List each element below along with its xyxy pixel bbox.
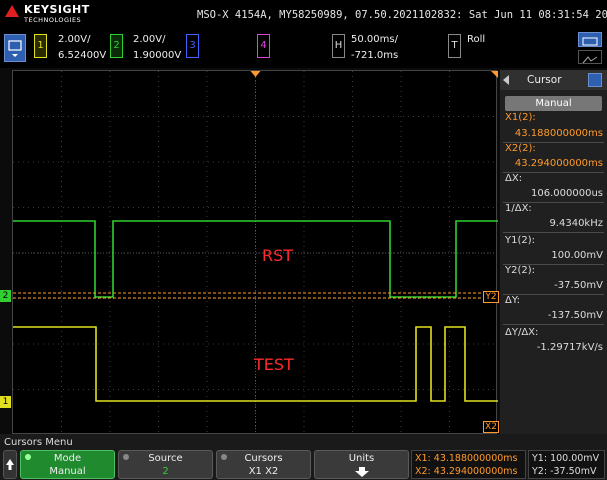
- cursor-panel-title: Cursor: [527, 74, 562, 86]
- mode-softkey-title: Mode: [53, 453, 82, 464]
- panel-collapse-icon[interactable]: [503, 75, 509, 85]
- x1-label: X1(2):: [505, 112, 536, 123]
- title-bar: KEYSIGHT TECHNOLOGIES MSO-X 4154A, MY582…: [0, 0, 607, 30]
- channel-2-button[interactable]: 2: [110, 34, 123, 58]
- inv-dx-label: 1/ΔX:: [505, 203, 532, 214]
- oscilloscope-screen: KEYSIGHT TECHNOLOGIES MSO-X 4154A, MY582…: [0, 0, 607, 480]
- channel-1-scale: 2.00V/: [58, 34, 91, 45]
- trigger-mode: Roll: [467, 34, 486, 45]
- y2-value: -37.50mV: [554, 280, 603, 291]
- main-menu-button[interactable]: [4, 34, 26, 62]
- dx-label: ΔX:: [505, 173, 523, 184]
- y2-readout: Y2: -37.50mV: [532, 466, 597, 477]
- dydx-label: ΔY/ΔX:: [505, 327, 539, 338]
- source-softkey[interactable]: Source 2: [118, 450, 213, 479]
- channel-2-ground-marker[interactable]: 2: [0, 290, 11, 302]
- dy-label: ΔY:: [505, 295, 520, 306]
- cursor-panel: Cursor Manual X1(2): 43.188000000ms X2(2…: [500, 70, 607, 434]
- keysight-logo-icon: [5, 5, 19, 17]
- trigger-button[interactable]: T: [448, 34, 461, 58]
- x-cursor-edge-marker: [491, 71, 498, 78]
- x2-label: X2(2):: [505, 143, 536, 154]
- softkey-bar: Cursors Menu Mode Manual Source 2 Cursor…: [0, 434, 607, 480]
- gesture-icon: [582, 56, 598, 64]
- cursor-mode-indicator[interactable]: Manual: [505, 96, 602, 111]
- y1-value: 100.00mV: [551, 250, 603, 261]
- channel-3-button[interactable]: 3: [186, 34, 199, 58]
- up-arrow-icon: [6, 459, 14, 470]
- rst-label: RST: [262, 246, 294, 265]
- channel-1-ground-marker[interactable]: 1: [0, 396, 11, 408]
- dx-value: 106.000000us: [531, 188, 603, 199]
- y-cursor-readout: Y1: 100.00mV Y2: -37.50mV: [528, 450, 605, 479]
- brand-name: KEYSIGHT: [24, 3, 90, 16]
- dy-value: -137.50mV: [547, 310, 603, 321]
- mode-softkey-value: Manual: [49, 466, 86, 477]
- active-indicator-icon: [25, 454, 31, 460]
- source-softkey-title: Source: [148, 453, 183, 464]
- timebase-scale: 50.00ms/: [351, 34, 398, 45]
- x1-readout: X1: 43.188000000ms: [415, 453, 518, 464]
- screen-layout-button[interactable]: [578, 32, 602, 47]
- x-cursor-readout: X1: 43.188000000ms X2: 43.294000000ms: [411, 450, 526, 479]
- x2-value: 43.294000000ms: [514, 158, 603, 169]
- dydx-value: -1.29717kV/s: [536, 342, 603, 353]
- graticule: [13, 71, 498, 435]
- cursors-softkey-value: X1 X2: [248, 466, 279, 477]
- channel-2-offset: 1.90000V: [133, 50, 182, 61]
- x2-readout: X2: 43.294000000ms: [415, 466, 518, 477]
- channel-bar: 1 2.00V/ 6.52400V 2 2.00V/ 1.90000V 3 4 …: [0, 30, 607, 68]
- cursors-softkey-title: Cursors: [244, 453, 283, 464]
- separator: [503, 232, 604, 233]
- menu-icon: [8, 40, 22, 57]
- source-softkey-value: 2: [162, 466, 169, 477]
- channel-4-button[interactable]: 4: [257, 34, 270, 58]
- submenu-arrow-icon: [355, 467, 369, 477]
- x1-value: 43.188000000ms: [514, 128, 603, 139]
- channel-1-offset: 6.52400V: [58, 50, 107, 61]
- menu-back-button[interactable]: [3, 450, 17, 479]
- instrument-info: MSO-X 4154A, MY58250989, 07.50.202110283…: [197, 9, 607, 21]
- y1-readout: Y1: 100.00mV: [532, 453, 600, 464]
- units-softkey[interactable]: Units: [314, 450, 409, 479]
- channel-2-scale: 2.00V/: [133, 34, 166, 45]
- timebase-delay: -721.0ms: [351, 50, 399, 61]
- channel-2-trace: [13, 220, 498, 298]
- mode-softkey[interactable]: Mode Manual: [20, 450, 115, 479]
- inv-dx-value: 9.4340kHz: [549, 218, 603, 229]
- separator: [503, 324, 604, 325]
- knob-indicator-icon: [123, 454, 129, 460]
- channel-1-button[interactable]: 1: [34, 34, 47, 58]
- panel-menu-icon[interactable]: [588, 73, 602, 87]
- test-label: TEST: [254, 355, 294, 374]
- y1-label: Y1(2):: [505, 235, 536, 246]
- touch-gesture-button[interactable]: [578, 50, 602, 64]
- knob-indicator-icon: [221, 454, 227, 460]
- y2-label: Y2(2):: [505, 265, 536, 276]
- horizontal-button[interactable]: H: [332, 34, 345, 58]
- trigger-position-marker: [250, 71, 261, 77]
- menu-title: Cursors Menu: [4, 437, 73, 448]
- units-softkey-title: Units: [348, 453, 375, 464]
- brand-subtitle: TECHNOLOGIES: [24, 16, 82, 24]
- y2-cursor-marker[interactable]: Y2: [483, 291, 499, 303]
- cursors-softkey[interactable]: Cursors X1 X2: [216, 450, 311, 479]
- waveform-display[interactable]: RST TEST: [12, 70, 498, 435]
- x2-cursor-marker[interactable]: X2: [483, 421, 499, 433]
- layout-icon: [582, 37, 598, 46]
